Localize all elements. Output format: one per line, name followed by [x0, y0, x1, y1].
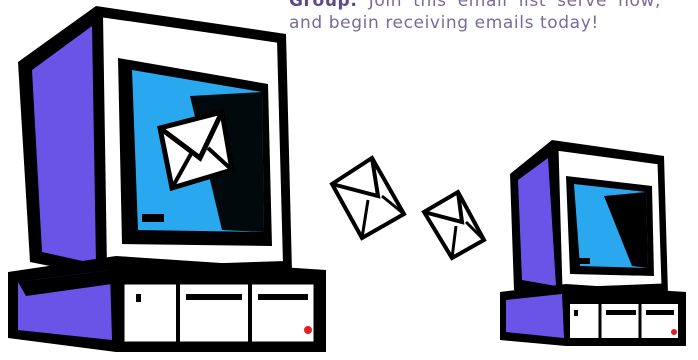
intro-text: Group: Join this email list serve now, a… [289, 0, 661, 34]
receiver-computer-icon [500, 140, 686, 346]
group-label: Group: [289, 0, 358, 11]
email-clipart [8, 6, 686, 352]
envelope-icon [421, 189, 487, 261]
sender-computer-icon [8, 6, 326, 352]
envelope-icon [329, 155, 407, 241]
